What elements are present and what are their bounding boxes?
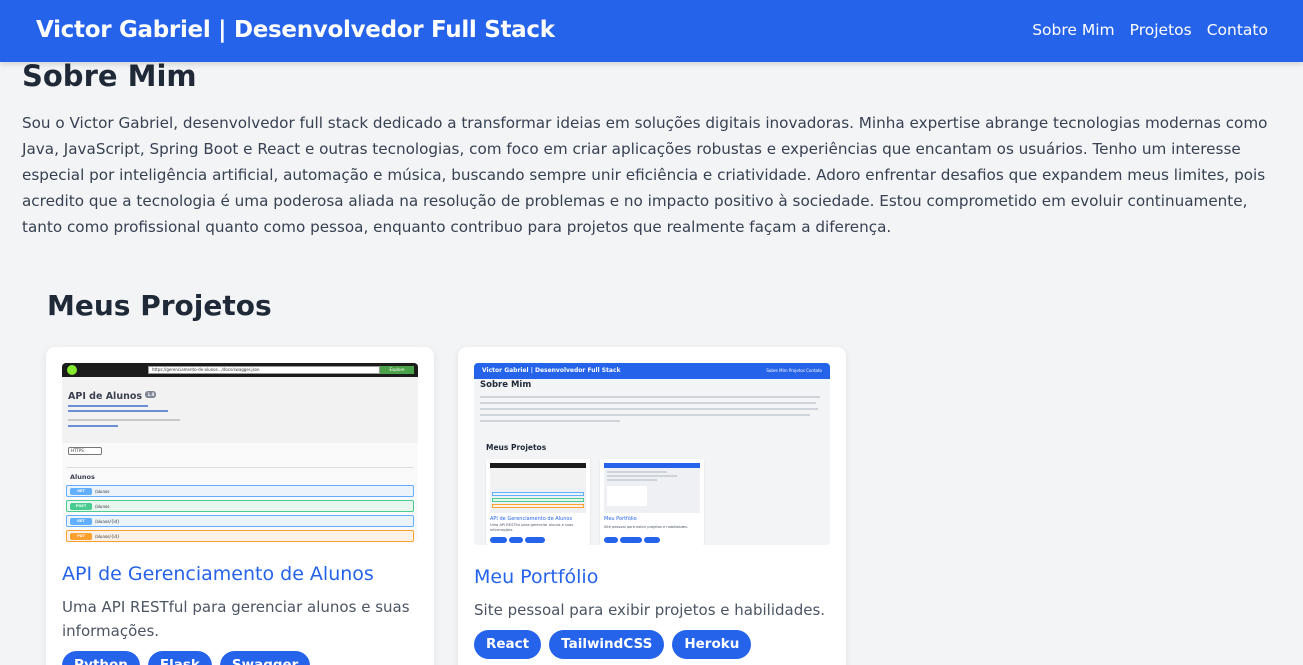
portfolio-preview-card-desc: Site pessoal para exibir projetos e habi… (604, 525, 689, 529)
swagger-info-line (68, 425, 118, 427)
swagger-operation: POST /alunos (66, 500, 414, 512)
nav-link-projetos[interactable]: Projetos (1130, 21, 1192, 39)
tag-badge: Swagger (219, 651, 311, 665)
tag-badge: Python (62, 651, 140, 665)
navbar: Victor Gabriel | Desenvolvedor Full Stac… (0, 0, 1303, 62)
project-title[interactable]: API de Gerenciamento de Alunos (62, 563, 374, 585)
swagger-api-title: API de Alunos (68, 391, 143, 402)
portfolio-preview-brand: Victor Gabriel | Desenvolvedor Full Stac… (482, 367, 621, 374)
portfolio-preview-card-title: API de Gerenciamento de Alunos (490, 516, 573, 522)
project-thumbnail-portfolio[interactable]: Victor Gabriel | Desenvolvedor Full Stac… (474, 363, 830, 545)
swagger-schemes-select: HTTPS (68, 447, 102, 455)
swagger-operation-path: /alunos (95, 504, 110, 509)
portfolio-preview-tag (604, 537, 618, 543)
swagger-operation: PUT /alunos/{id} (66, 530, 414, 542)
portfolio-preview-card-desc: Uma API RESTful para gerenciar alunos e … (490, 523, 574, 527)
portfolio-preview-tag (525, 537, 545, 543)
portfolio-preview-text-line (480, 396, 820, 398)
portfolio-preview-card-desc: informações. (490, 528, 514, 532)
portfolio-preview-card-image (604, 463, 700, 513)
swagger-method-badge: PUT (70, 533, 92, 540)
project-thumbnail-swagger[interactable]: https://gerenciamento-de-alunos.../docs/… (62, 363, 418, 543)
swagger-method-badge: GET (70, 518, 92, 525)
project-tags: React TailwindCSS Heroku (474, 630, 752, 659)
nav-link-sobre-mim[interactable]: Sobre Mim (1032, 21, 1114, 39)
brand-title[interactable]: Victor Gabriel | Desenvolvedor Full Stac… (36, 17, 555, 43)
portfolio-preview-card: API de Gerenciamento de Alunos Uma API R… (486, 459, 590, 545)
swagger-info-line (68, 419, 180, 421)
project-title[interactable]: Meu Portfólio (474, 566, 598, 588)
portfolio-preview-card: Meu Portfólio Site pessoal para exibir p… (600, 459, 704, 545)
portfolio-preview-projects-title: Meus Projetos (486, 443, 547, 452)
projects-title: Meus Projetos (47, 289, 272, 322)
swagger-method-badge: POST (70, 503, 92, 510)
portfolio-preview-card-title: Meu Portfólio (604, 516, 637, 522)
swagger-url-field: https://gerenciamento-de-alunos.../docs/… (148, 366, 380, 374)
tag-badge: React (474, 630, 542, 659)
nav-link-contato[interactable]: Contato (1207, 21, 1268, 39)
swagger-divider (66, 467, 414, 468)
project-description: Site pessoal para exibir projetos e habi… (474, 601, 826, 619)
about-text: Sou o Victor Gabriel, desenvolvedor full… (22, 114, 1268, 236)
portfolio-preview-text-line (480, 402, 816, 404)
swagger-explore-button: Explore (380, 366, 414, 374)
swagger-info-line (68, 410, 168, 412)
portfolio-preview-navbar: Victor Gabriel | Desenvolvedor Full Stac… (474, 363, 830, 379)
tag-badge: Heroku (672, 630, 752, 659)
portfolio-preview-text-line (480, 408, 818, 410)
tag-badge: TailwindCSS (549, 630, 665, 659)
swagger-topbar: https://gerenciamento-de-alunos.../docs/… (62, 363, 418, 377)
portfolio-preview-tag (490, 537, 507, 543)
swagger-operation-path: /alunos (95, 489, 110, 494)
portfolio-preview-text-line (480, 414, 810, 416)
portfolio-preview-nav: Sobre Mim Projetos Contato (766, 368, 822, 373)
portfolio-preview-text-line (480, 420, 620, 422)
swagger-version-badge: 1.0 (145, 391, 157, 398)
portfolio-preview-tag (620, 537, 642, 543)
swagger-info-line (68, 405, 148, 407)
about-title: Sobre Mim (22, 59, 197, 93)
swagger-operation: GET /alunos (66, 485, 414, 497)
swagger-operation-path: /alunos/{id} (95, 534, 120, 539)
portfolio-preview-card-image (490, 463, 586, 513)
swagger-info: API de Alunos 1.0 (62, 377, 418, 443)
swagger-operation: GET /alunos/{id} (66, 515, 414, 527)
swagger-logo-icon (67, 365, 77, 375)
swagger-method-badge: GET (70, 488, 92, 495)
project-card-api-alunos: https://gerenciamento-de-alunos.../docs/… (46, 347, 434, 665)
project-description: Uma API RESTful para gerenciar alunos e … (62, 598, 410, 640)
portfolio-preview-tag (509, 537, 523, 543)
swagger-operation-path: /alunos/{id} (95, 519, 120, 524)
nav-links: Sobre Mim Projetos Contato (1032, 21, 1268, 39)
portfolio-preview-tag (644, 537, 660, 543)
project-card-portfolio: Victor Gabriel | Desenvolvedor Full Stac… (458, 347, 846, 665)
portfolio-preview-about-title: Sobre Mim (480, 380, 532, 390)
tag-badge: Flask (147, 651, 212, 665)
swagger-section-title: Alunos (70, 473, 95, 481)
project-tags: Python Flask Swagger (62, 651, 311, 665)
